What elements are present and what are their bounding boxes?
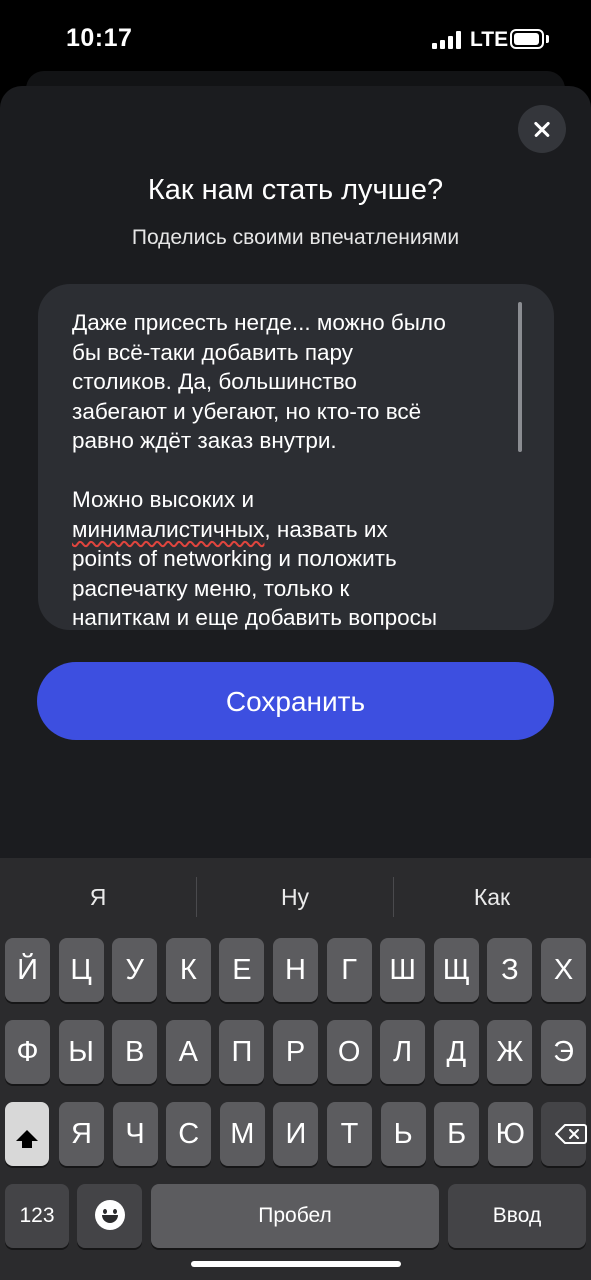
key-Ч[interactable]: Ч — [112, 1102, 158, 1166]
keyboard: Я Ну Как ЙЦУКЕНГШЩЗХ ФЫВАПРОЛДЖЭ ЯЧСМИТЬ… — [0, 858, 591, 1280]
feedback-textarea[interactable]: Даже присесть негде... можно было бы всё… — [38, 284, 554, 630]
key-Ю[interactable]: Ю — [487, 1102, 533, 1166]
key-Х[interactable]: Х — [541, 938, 586, 1002]
return-key[interactable]: Ввод — [448, 1184, 586, 1248]
key-Д[interactable]: Д — [433, 1020, 479, 1084]
suggestion-1[interactable]: Я — [0, 858, 196, 936]
suggestion-2[interactable]: Ну — [197, 858, 393, 936]
dialog-subtitle: Поделись своими впечатлениями — [131, 226, 460, 249]
close-button[interactable] — [518, 105, 566, 153]
backspace-icon — [555, 1124, 587, 1144]
dialog-title: Как нам стать лучше? — [147, 174, 444, 206]
key-О[interactable]: О — [326, 1020, 372, 1084]
key-Т[interactable]: Т — [327, 1102, 372, 1166]
emoji-key[interactable] — [77, 1184, 142, 1248]
suggestion-bar: Я Ну Как — [0, 858, 591, 936]
key-Ц[interactable]: Ц — [58, 938, 104, 1002]
save-button[interactable]: Сохранить — [37, 662, 554, 740]
space-key[interactable]: Пробел — [151, 1184, 439, 1248]
key-Ф[interactable]: Ф — [5, 1020, 50, 1084]
shift-icon — [16, 1130, 38, 1148]
feedback-text[interactable]: Даже присесть негде... можно было бы всё… — [72, 308, 522, 630]
key-Р[interactable]: Р — [273, 1020, 318, 1084]
key-У[interactable]: У — [112, 938, 158, 1002]
key-Н[interactable]: Н — [273, 938, 318, 1002]
key-М[interactable]: М — [219, 1102, 265, 1166]
key-Ж[interactable]: Ж — [487, 1020, 533, 1084]
key-Я[interactable]: Я — [59, 1102, 104, 1166]
cellular-signal-icon — [432, 31, 464, 49]
battery-icon — [510, 29, 544, 49]
emoji-icon — [94, 1200, 125, 1231]
key-Ш[interactable]: Ш — [380, 938, 426, 1002]
feedback-text-part1: Даже присесть негде... можно было бы всё… — [72, 310, 446, 512]
numbers-key[interactable]: 123 — [5, 1184, 69, 1248]
key-Э[interactable]: Э — [541, 1020, 586, 1084]
battery-tip — [546, 35, 549, 43]
key-Щ[interactable]: Щ — [433, 938, 479, 1002]
key-С[interactable]: С — [166, 1102, 212, 1166]
key-З[interactable]: З — [487, 938, 533, 1002]
key-Ы[interactable]: Ы — [58, 1020, 104, 1084]
key-Г[interactable]: Г — [326, 938, 372, 1002]
misspelled-word[interactable]: минималистичных — [72, 517, 264, 542]
key-Е[interactable]: Е — [219, 938, 265, 1002]
key-В[interactable]: В — [112, 1020, 158, 1084]
key-Й[interactable]: Й — [5, 938, 50, 1002]
textarea-scrollbar[interactable] — [518, 302, 522, 452]
key-А[interactable]: А — [165, 1020, 211, 1084]
key-Ь[interactable]: Ь — [380, 1102, 426, 1166]
backspace-key[interactable] — [541, 1102, 587, 1166]
shift-key[interactable] — [5, 1102, 49, 1166]
key-Л[interactable]: Л — [380, 1020, 426, 1084]
suggestion-3[interactable]: Как — [394, 858, 590, 936]
key-И[interactable]: И — [273, 1102, 319, 1166]
key-П[interactable]: П — [219, 1020, 265, 1084]
network-type: LTE — [470, 28, 509, 51]
home-indicator — [191, 1261, 401, 1267]
key-Б[interactable]: Б — [434, 1102, 480, 1166]
key-К[interactable]: К — [165, 938, 211, 1002]
status-time: 10:17 — [66, 24, 133, 52]
status-bar: 10:17 LTE — [0, 0, 591, 80]
